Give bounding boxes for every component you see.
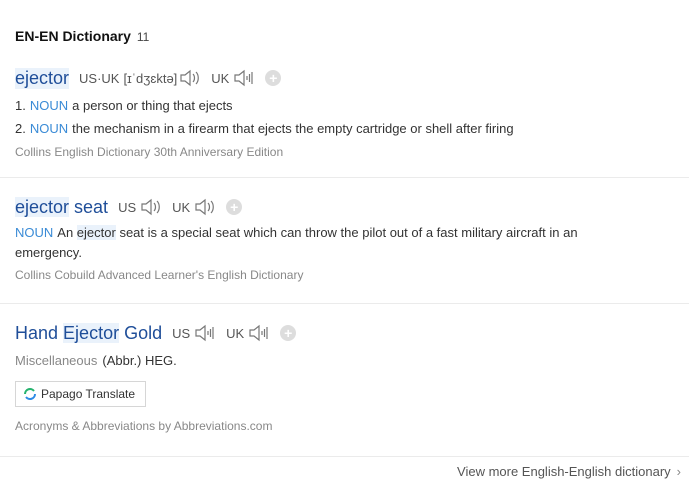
sense-number: 1. [15,98,26,113]
entry-ejector-seat: ejector seat US UK + NOUN An ejector seat… [15,195,689,282]
sense-1-line2: emergency. [15,245,82,260]
word-part: Gold [119,322,163,343]
sense-1: NOUN An ejector seat is a special seat wh… [15,223,689,243]
divider [0,177,689,178]
sense-text: a person or thing that ejects [72,98,233,113]
dictionary-header: EN-EN Dictionary 11 [15,28,149,44]
view-more-label: View more English-English dictionary [457,464,671,479]
part-of-speech: NOUN [29,121,69,136]
view-more-link[interactable]: View more English-English dictionary › [457,464,681,479]
speaker-icon[interactable] [194,323,218,343]
sense-2: 2. NOUN the mechanism in a firearm that ej… [15,119,689,139]
entry-word-link[interactable]: Hand Ejector Gold [15,322,163,344]
entry-hand-ejector-gold: Hand Ejector Gold US UK + Miscellaneous (… [15,321,689,433]
sense-1: Miscellaneous (Abbr.) HEG. [15,351,689,371]
add-wordbook-button[interactable]: + [226,199,243,215]
sense-text: the mechanism in a firearm that ejects t… [72,121,514,136]
result-count: 11 [136,30,150,44]
source-label: Collins Cobuild Advanced Learner's Engli… [15,268,304,282]
add-wordbook-button[interactable]: + [265,70,282,86]
divider [0,303,689,304]
speaker-icon[interactable] [140,197,164,217]
sense-highlight: ejector [76,225,116,240]
part-of-speech: NOUN [15,225,54,240]
source-label: Collins English Dictionary 30th Annivers… [15,145,284,159]
word-highlight: Ejector [63,322,120,343]
divider [0,456,689,457]
part-of-speech: NOUN [29,98,69,113]
pron-uk-label: UK [211,70,230,86]
pron-us-label: US [172,325,191,341]
chevron-right-icon: › [676,464,681,479]
entry-word-link[interactable]: ejector seat [15,196,109,218]
pron-uk-label: UK [226,325,245,341]
sense-1: 1. NOUN a person or thing that ejects [15,96,689,116]
add-wordbook-button[interactable]: + [280,325,297,341]
word-highlight: ejector [15,196,70,217]
source-label: Acronyms & Abbreviations by Abbreviation… [15,419,273,433]
dictionary-title: EN-EN Dictionary [15,28,131,44]
sense-number: 2. [15,121,26,136]
speaker-icon[interactable] [248,323,272,343]
papago-translate-button[interactable]: Papago Translate [15,381,147,407]
word-rest: seat [69,196,109,217]
papago-icon [24,388,36,400]
word-part: Hand [15,322,64,343]
entry-word-link[interactable]: ejector [15,67,70,89]
entry-ejector: ejector US·UK [ɪˈdʒɛktə] UK + 1. NOUN a pe… [15,66,689,159]
ipa-text: [ɪˈdʒɛktə] [123,70,178,86]
pron-us-uk-label: US·UK [79,70,120,86]
speaker-icon[interactable] [233,68,257,88]
category-label: Miscellaneous [15,353,98,368]
papago-label: Papago Translate [41,387,136,401]
sense-text-post: seat is a special seat which can throw t… [115,225,578,240]
sense-text: (Abbr.) HEG. [102,353,177,368]
pron-uk-label: UK [172,199,191,215]
sense-text-pre: An [57,225,77,240]
speaker-icon[interactable] [194,197,218,217]
pron-us-label: US [118,199,137,215]
speaker-icon[interactable] [179,68,203,88]
